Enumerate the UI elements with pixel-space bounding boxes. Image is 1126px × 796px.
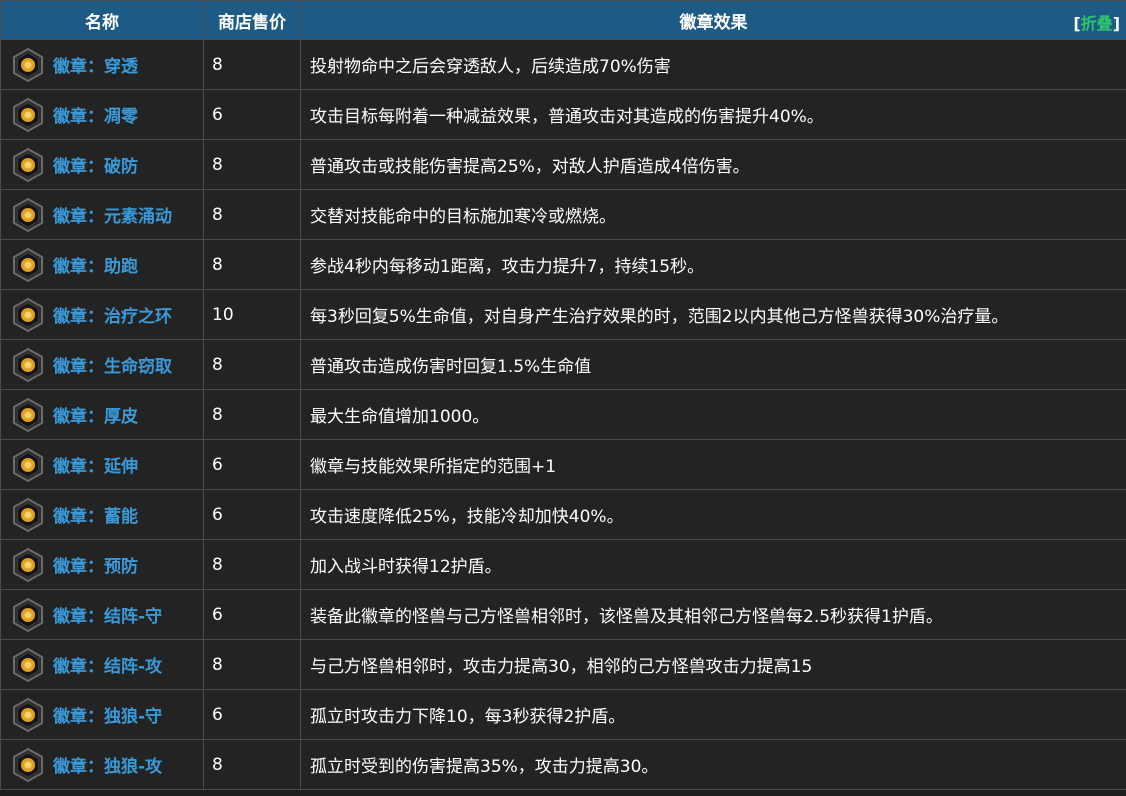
badge-name-link[interactable]: 徽章：元素涌动 [53,202,172,227]
table-row: 徽章：蓄能 6 攻击速度降低25%，技能冷却加快40%。 [0,489,1126,540]
badge-price: 10 [203,289,301,340]
badge-effect: 最大生命值增加1000。 [300,389,1126,440]
table-row: 徽章：治疗之环 10 每3秒回复5%生命值，对自身产生治疗效果的时，范围2以内其… [0,289,1126,340]
extend-icon[interactable] [11,447,45,482]
table-row: 徽章：延伸 6 徽章与技能效果所指定的范围+1 [0,439,1126,490]
prevention-icon[interactable] [11,547,45,582]
badge-effect: 徽章与技能效果所指定的范围+1 [300,439,1126,490]
badge-name-cell: 徽章：预防 [0,539,204,590]
badge-name-link[interactable]: 徽章：结阵-攻 [53,652,162,677]
badge-name-link[interactable]: 徽章：生命窃取 [53,352,172,377]
badge-price: 8 [203,739,301,790]
badge-name-cell: 徽章：治疗之环 [0,289,204,340]
badge-effect: 交替对技能命中的目标施加寒冷或燃烧。 [300,189,1126,240]
badge-name-cell: 徽章：破防 [0,139,204,190]
badge-table: 名称 商店售价 徽章效果 [折叠] 徽章：穿透 8 投射物命中之后会穿透敌人，后续… [0,0,1126,790]
shield-break-icon[interactable] [11,147,45,182]
badge-effect: 普通攻击或技能伤害提高25%，对敌人护盾造成4倍伤害。 [300,139,1126,190]
badge-name-cell: 徽章：助跑 [0,239,204,290]
badge-price: 6 [203,439,301,490]
badge-price: 6 [203,589,301,640]
badge-price: 8 [203,389,301,440]
badge-effect: 与己方怪兽相邻时，攻击力提高30，相邻的己方怪兽攻击力提高15 [300,639,1126,690]
badge-name-cell: 徽章：生命窃取 [0,339,204,390]
charge-icon[interactable] [11,497,45,532]
table-row: 徽章：生命窃取 8 普通攻击造成伤害时回复1.5%生命值 [0,339,1126,390]
badge-price: 8 [203,339,301,390]
header-row: 名称 商店售价 徽章效果 [折叠] [0,0,1126,40]
fold-toggle: [折叠] [1073,14,1120,33]
table-row: 徽章：独狼-攻 8 孤立时受到的伤害提高35%，攻击力提高30。 [0,739,1126,790]
col-header-effect-label: 徽章效果 [679,12,748,33]
badge-name-cell: 徽章：结阵-攻 [0,639,204,690]
badge-name-cell: 徽章：元素涌动 [0,189,204,240]
thick-skin-icon[interactable] [11,397,45,432]
badge-name-link[interactable]: 徽章：破防 [53,152,138,177]
badge-effect: 装备此徽章的怪兽与己方怪兽相邻时，该怪兽及其相邻己方怪兽每2.5秒获得1护盾。 [300,589,1126,640]
arrow-pierce-icon[interactable] [11,47,45,82]
badge-name-cell: 徽章：蓄能 [0,489,204,540]
badge-effect: 攻击目标每附着一种减益效果，普通攻击对其造成的伤害提升40%。 [300,89,1126,140]
badge-effect: 普通攻击造成伤害时回复1.5%生命值 [300,339,1126,390]
badge-name-link[interactable]: 徽章：助跑 [53,252,138,277]
badge-name-cell: 徽章：凋零 [0,89,204,140]
lone-wolf-attack-icon[interactable] [11,747,45,782]
badge-name-link[interactable]: 徽章：穿透 [53,52,138,77]
badge-name-cell: 徽章：结阵-守 [0,589,204,640]
badge-price: 8 [203,189,301,240]
healing-ring-icon[interactable] [11,297,45,332]
table-row: 徽章：破防 8 普通攻击或技能伤害提高25%，对敌人护盾造成4倍伤害。 [0,139,1126,190]
badge-effect: 投射物命中之后会穿透敌人，后续造成70%伤害 [300,39,1126,90]
badge-effect: 参战4秒内每移动1距离，攻击力提升7，持续15秒。 [300,239,1126,290]
badge-name-link[interactable]: 徽章：独狼-守 [53,702,162,727]
badge-price: 8 [203,639,301,690]
badge-name-link[interactable]: 徽章：预防 [53,552,138,577]
formation-defense-icon[interactable] [11,597,45,632]
badge-name-cell: 徽章：穿透 [0,39,204,90]
badge-price: 6 [203,89,301,140]
table-row: 徽章：助跑 8 参战4秒内每移动1距离，攻击力提升7，持续15秒。 [0,239,1126,290]
table-row: 徽章：穿透 8 投射物命中之后会穿透敌人，后续造成70%伤害 [0,39,1126,90]
table-row: 徽章：结阵-守 6 装备此徽章的怪兽与己方怪兽相邻时，该怪兽及其相邻己方怪兽每2… [0,589,1126,640]
badge-price: 8 [203,39,301,90]
badge-effect: 每3秒回复5%生命值，对自身产生治疗效果的时，范围2以内其他己方怪兽获得30%治… [300,289,1126,340]
badge-name-link[interactable]: 徽章：厚皮 [53,402,138,427]
badge-price: 8 [203,539,301,590]
run-up-icon[interactable] [11,247,45,282]
life-steal-icon[interactable] [11,347,45,382]
badge-price: 6 [203,489,301,540]
table-row: 徽章：厚皮 8 最大生命值增加1000。 [0,389,1126,440]
col-header-name: 名称 [0,0,204,40]
table-row: 徽章：元素涌动 8 交替对技能命中的目标施加寒冷或燃烧。 [0,189,1126,240]
col-header-effect: 徽章效果 [折叠] [300,0,1126,40]
table-row: 徽章：结阵-攻 8 与己方怪兽相邻时，攻击力提高30，相邻的己方怪兽攻击力提高1… [0,639,1126,690]
badge-name-cell: 徽章：延伸 [0,439,204,490]
table-row: 徽章：凋零 6 攻击目标每附着一种减益效果，普通攻击对其造成的伤害提升40%。 [0,89,1126,140]
badge-effect: 孤立时攻击力下降10，每3秒获得2护盾。 [300,689,1126,740]
badge-name-link[interactable]: 徽章：凋零 [53,102,138,127]
col-header-price: 商店售价 [203,0,301,40]
element-surge-icon[interactable] [11,197,45,232]
lone-wolf-defense-icon[interactable] [11,697,45,732]
fold-link[interactable]: 折叠 [1081,14,1113,33]
badge-name-link[interactable]: 徽章：独狼-攻 [53,752,162,777]
table-row: 徽章：预防 8 加入战斗时获得12护盾。 [0,539,1126,590]
badge-price: 8 [203,239,301,290]
badge-name-link[interactable]: 徽章：蓄能 [53,502,138,527]
table-row: 徽章：独狼-守 6 孤立时攻击力下降10，每3秒获得2护盾。 [0,689,1126,740]
formation-attack-icon[interactable] [11,647,45,682]
badge-effect: 加入战斗时获得12护盾。 [300,539,1126,590]
badge-name-link[interactable]: 徽章：延伸 [53,452,138,477]
wither-icon[interactable] [11,97,45,132]
badge-effect: 攻击速度降低25%，技能冷却加快40%。 [300,489,1126,540]
badge-name-link[interactable]: 徽章：治疗之环 [53,302,172,327]
badge-effect: 孤立时受到的伤害提高35%，攻击力提高30。 [300,739,1126,790]
badge-name-cell: 徽章：独狼-守 [0,689,204,740]
badge-price: 8 [203,139,301,190]
badge-name-cell: 徽章：厚皮 [0,389,204,440]
badge-price: 6 [203,689,301,740]
badge-name-cell: 徽章：独狼-攻 [0,739,204,790]
badge-name-link[interactable]: 徽章：结阵-守 [53,602,162,627]
